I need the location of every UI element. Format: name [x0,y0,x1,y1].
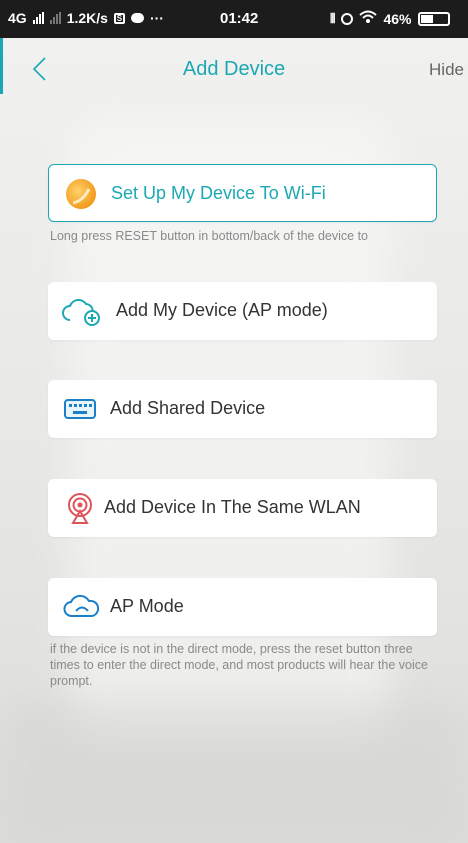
more-icon: ··· [149,10,164,26]
battery-percent: 46% [383,10,412,27]
wifi-setup-icon [63,177,99,211]
vibrate-icon: ⫴ [330,10,336,26]
broadcast-icon [62,491,98,525]
signal-icon [49,12,61,24]
option-label: Set Up My Device To Wi-Fi [111,183,326,203]
network-speed: 1.2K/s [66,10,108,26]
ap-mode-hint: if the device is not in the direct mode,… [50,642,428,688]
alarm-icon [341,12,354,25]
cloud-link-icon [62,590,100,624]
header: Add Device Hide [0,38,468,98]
clock: 01:42 [220,10,259,27]
add-shared-device-button[interactable]: Add Shared Device [48,380,437,438]
chat-icon [130,13,144,23]
page-title: Add Device [182,58,286,80]
wifi-setup-hint: Long press RESET button in bottom/back o… [50,229,369,243]
keyboard-icon [62,392,98,426]
setup-wifi-button[interactable]: Set Up My Device To Wi-Fi [48,164,437,222]
option-label: Add My Device (AP mode) [116,300,328,320]
hide-button[interactable]: Hide [429,60,464,80]
option-label: Add Shared Device [110,398,266,418]
network-type: 4G [8,10,27,26]
signal-icon [32,12,44,24]
cloud-plus-icon [62,294,100,328]
ap-mode-button[interactable]: AP Mode [48,578,437,636]
option-label: AP Mode [110,596,184,616]
wifi-icon [359,10,378,27]
option-label: Add Device In The Same WLAN [104,497,361,517]
battery-icon [417,11,450,26]
add-same-wlan-button[interactable]: Add Device In The Same WLAN [48,479,437,537]
add-device-ap-button[interactable]: Add My Device (AP mode) [48,282,437,340]
background-blur [0,700,468,843]
notification-icon: S [113,12,125,24]
status-bar: 4G 1.2K/s S ··· 01:42 ⫴ 46% [0,0,468,38]
